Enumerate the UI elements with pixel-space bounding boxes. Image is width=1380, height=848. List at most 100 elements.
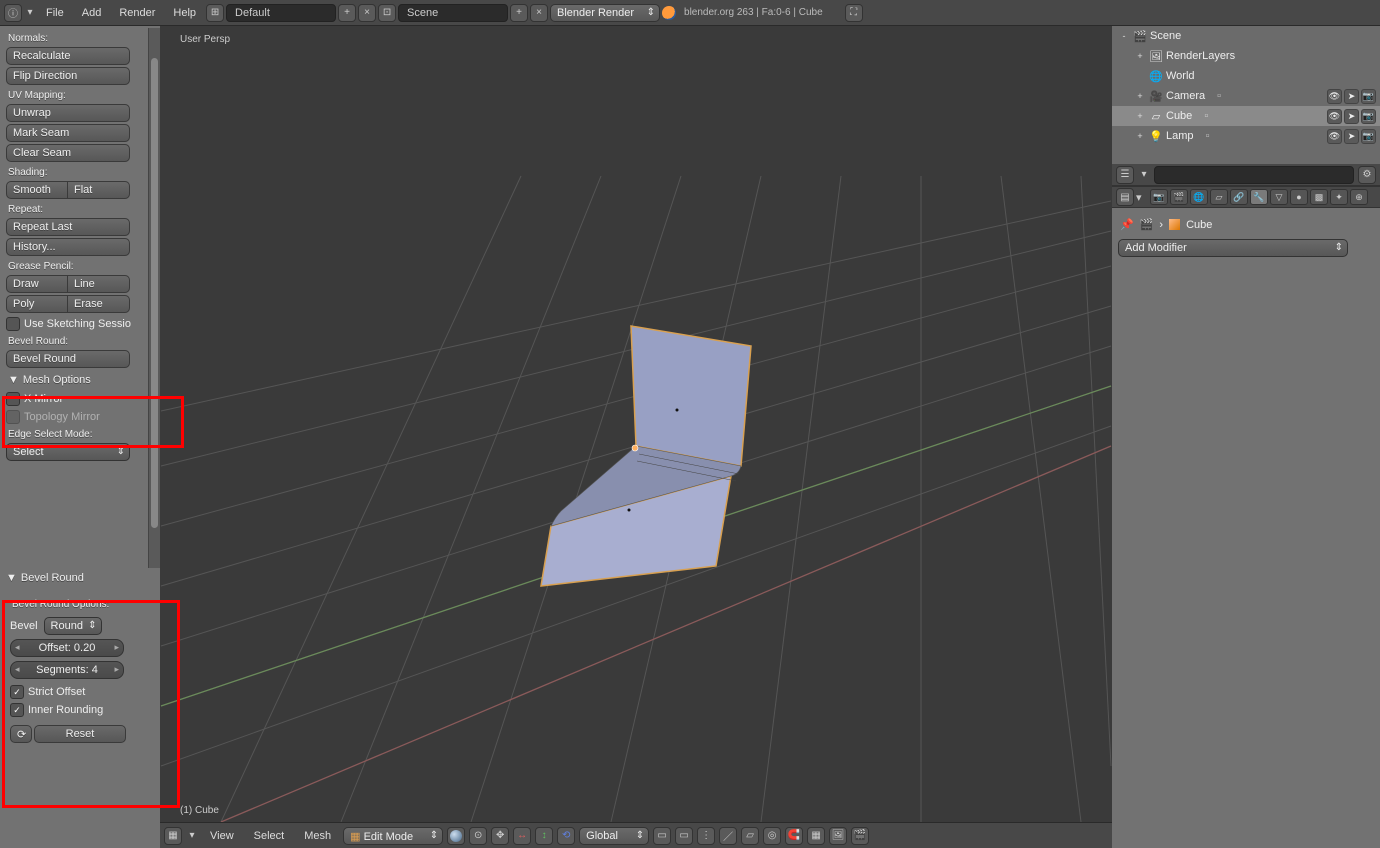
- layers-icon[interactable]: ▭: [675, 827, 693, 845]
- flip-direction-button[interactable]: Flip Direction: [6, 67, 130, 85]
- select-face-icon[interactable]: ▱: [741, 827, 759, 845]
- editor-type-icon[interactable]: ▦: [164, 827, 182, 845]
- sketch-session-check[interactable]: Use Sketching Sessio: [6, 315, 156, 333]
- outliner-item-scene[interactable]: - 🎬 Scene: [1112, 26, 1380, 46]
- chevron-down-icon[interactable]: ▾: [1138, 166, 1150, 184]
- properties-editor-icon[interactable]: ▤: [1116, 188, 1134, 206]
- select-vertex-icon[interactable]: ⋮: [697, 827, 715, 845]
- x-mirror-check[interactable]: X Mirror: [6, 390, 156, 408]
- remove-layout-icon[interactable]: ×: [358, 4, 376, 22]
- orientation-select[interactable]: Global: [579, 827, 649, 845]
- info-editor-icon[interactable]: ⓘ: [4, 4, 22, 22]
- history-button[interactable]: History...: [6, 238, 130, 256]
- layers-icon[interactable]: ▭: [653, 827, 671, 845]
- menu-add[interactable]: Add: [74, 5, 110, 21]
- offset-field[interactable]: Offset: 0.20: [10, 639, 124, 657]
- outliner-item-renderlayers[interactable]: + 🖼 RenderLayers: [1112, 46, 1380, 66]
- chevron-down-icon[interactable]: ▾: [24, 4, 36, 22]
- tab-scene[interactable]: 🎬: [1170, 189, 1188, 205]
- scene-browse-icon[interactable]: ⊡: [378, 4, 396, 22]
- bevel-round-button[interactable]: Bevel Round: [6, 350, 130, 368]
- selectable-icon[interactable]: ➤: [1344, 109, 1359, 124]
- add-scene-icon[interactable]: +: [510, 4, 528, 22]
- select-edge-icon[interactable]: ／: [719, 827, 737, 845]
- smooth-button[interactable]: Smooth: [6, 181, 68, 199]
- tool-scrollbar[interactable]: [148, 28, 160, 568]
- renderable-icon[interactable]: 📷: [1361, 129, 1376, 144]
- remove-scene-icon[interactable]: ×: [530, 4, 548, 22]
- flat-button[interactable]: Flat: [68, 181, 130, 199]
- snap-target-icon[interactable]: ▦: [807, 827, 825, 845]
- clear-seam-button[interactable]: Clear Seam: [6, 144, 130, 162]
- axis-x-icon[interactable]: ↔: [513, 827, 531, 845]
- viewport-menu-view[interactable]: View: [202, 828, 242, 844]
- visibility-icon[interactable]: 👁: [1327, 89, 1342, 104]
- unwrap-button[interactable]: Unwrap: [6, 104, 130, 122]
- 3d-viewport[interactable]: User Persp: [160, 26, 1112, 822]
- renderable-icon[interactable]: 📷: [1361, 109, 1376, 124]
- data-link-icon[interactable]: ▫: [1211, 88, 1227, 104]
- chevron-down-icon[interactable]: ▾: [1136, 191, 1148, 204]
- tab-particles[interactable]: ✦: [1330, 189, 1348, 205]
- tree-toggle-icon[interactable]: +: [1134, 111, 1146, 121]
- tab-render[interactable]: 📷: [1150, 189, 1168, 205]
- render-preview-icon[interactable]: 🖼: [829, 827, 847, 845]
- clapper-icon[interactable]: 🎬: [851, 827, 869, 845]
- mesh-options-header[interactable]: ▼Mesh Options: [6, 370, 156, 390]
- tab-constraints[interactable]: 🔗: [1230, 189, 1248, 205]
- bevel-mode-select[interactable]: Round: [44, 617, 102, 635]
- manipulator-icon[interactable]: ✥: [491, 827, 509, 845]
- data-link-icon[interactable]: ▫: [1200, 128, 1216, 144]
- grease-line-button[interactable]: Line: [68, 275, 130, 293]
- chevron-down-icon[interactable]: ▾: [186, 827, 198, 845]
- tree-toggle-icon[interactable]: +: [1134, 131, 1146, 141]
- selectable-icon[interactable]: ➤: [1344, 129, 1359, 144]
- add-modifier-select[interactable]: Add Modifier: [1118, 239, 1348, 257]
- tree-toggle-icon[interactable]: +: [1134, 91, 1146, 101]
- outliner-item-lamp[interactable]: + 💡 Lamp ▫ 👁➤📷: [1112, 126, 1380, 146]
- grease-erase-button[interactable]: Erase: [68, 295, 130, 313]
- strict-offset-check[interactable]: Strict Offset: [10, 683, 152, 701]
- axis-y-icon[interactable]: ↕: [535, 827, 553, 845]
- tree-toggle-icon[interactable]: -: [1118, 31, 1130, 41]
- outliner-editor-icon[interactable]: ☰: [1116, 166, 1134, 184]
- tree-toggle-icon[interactable]: +: [1134, 51, 1146, 61]
- menu-render[interactable]: Render: [111, 5, 163, 21]
- snap-icon[interactable]: 🧲: [785, 827, 803, 845]
- tab-texture[interactable]: ▩: [1310, 189, 1328, 205]
- viewport-menu-mesh[interactable]: Mesh: [296, 828, 339, 844]
- outliner-item-camera[interactable]: + 🎥 Camera ▫ 👁➤📷: [1112, 86, 1380, 106]
- mark-seam-button[interactable]: Mark Seam: [6, 124, 130, 142]
- axis-z-icon[interactable]: ⟲: [557, 827, 575, 845]
- shading-sphere-icon[interactable]: [447, 827, 465, 845]
- menu-help[interactable]: Help: [165, 5, 204, 21]
- tab-world[interactable]: 🌐: [1190, 189, 1208, 205]
- visibility-icon[interactable]: 👁: [1327, 109, 1342, 124]
- scene-field[interactable]: Scene: [398, 4, 508, 22]
- tab-data[interactable]: ▽: [1270, 189, 1288, 205]
- render-engine-select[interactable]: Blender Render: [550, 4, 660, 22]
- proportional-icon[interactable]: ◎: [763, 827, 781, 845]
- inner-rounding-check[interactable]: Inner Rounding: [10, 701, 152, 719]
- pivot-icon[interactable]: ⊙: [469, 827, 487, 845]
- selectable-icon[interactable]: ➤: [1344, 89, 1359, 104]
- pin-icon[interactable]: 📌: [1120, 218, 1134, 231]
- data-link-icon[interactable]: ▫: [1198, 108, 1214, 124]
- topology-mirror-check[interactable]: Topology Mirror: [6, 408, 156, 426]
- outliner-filter-icon[interactable]: ⚙: [1358, 166, 1376, 184]
- mode-select[interactable]: ▦ Edit Mode: [343, 827, 443, 845]
- tab-object[interactable]: ▱: [1210, 189, 1228, 205]
- recalculate-button[interactable]: Recalculate: [6, 47, 130, 65]
- grease-draw-button[interactable]: Draw: [6, 275, 68, 293]
- outliner-search-input[interactable]: [1154, 166, 1354, 184]
- outliner-item-world[interactable]: 🌐 World: [1112, 66, 1380, 86]
- outliner-item-cube[interactable]: + ▱ Cube ▫ 👁➤📷: [1112, 106, 1380, 126]
- tab-physics[interactable]: ⊕: [1350, 189, 1368, 205]
- edge-select-mode-select[interactable]: Select: [6, 443, 130, 461]
- operator-panel-header[interactable]: ▼Bevel Round: [0, 568, 160, 588]
- tab-material[interactable]: ●: [1290, 189, 1308, 205]
- renderable-icon[interactable]: 📷: [1361, 89, 1376, 104]
- tab-modifiers[interactable]: 🔧: [1250, 189, 1268, 205]
- repeat-last-button[interactable]: Repeat Last: [6, 218, 130, 236]
- reset-button[interactable]: Reset: [34, 725, 126, 743]
